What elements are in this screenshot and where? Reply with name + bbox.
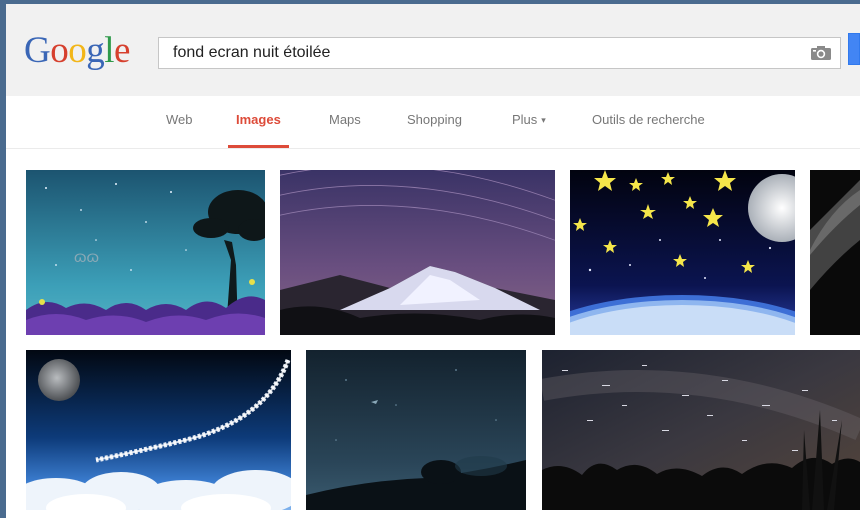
logo-letter: G xyxy=(24,30,51,71)
moon-comet-clouds-image xyxy=(26,350,291,510)
svg-text:ɷɷ: ɷɷ xyxy=(74,249,99,266)
dark-sky-partial-image xyxy=(810,170,860,335)
camera-icon[interactable] xyxy=(810,45,832,61)
dark-hill-tree-silhouette-image xyxy=(306,350,526,510)
image-result-snowy-mountain[interactable] xyxy=(280,170,555,335)
image-result-moon-comet[interactable] xyxy=(26,350,291,510)
search-nav-tabs: Web Images Maps Shopping Plus ▾ Outils de… xyxy=(6,96,860,149)
tab-plus-label: Plus xyxy=(512,112,538,127)
milky-way-grass-image xyxy=(542,350,860,510)
search-button[interactable] xyxy=(848,33,860,65)
image-result-night-tree[interactable]: ɷɷ xyxy=(26,170,265,335)
caret-down-icon: ▾ xyxy=(541,115,546,126)
tab-plus[interactable]: Plus ▾ xyxy=(512,112,546,148)
logo-letter: l xyxy=(104,30,115,71)
tab-search-tools[interactable]: Outils de recherche xyxy=(592,112,705,148)
cartoon-stars-moon-planet-image xyxy=(570,170,795,335)
tab-shopping[interactable]: Shopping xyxy=(407,112,462,148)
logo-letter: o xyxy=(68,30,87,71)
night-tree-meadow-image: ɷɷ xyxy=(26,170,265,335)
image-result-milky-way[interactable] xyxy=(542,350,860,510)
logo-letter: e xyxy=(114,30,130,71)
search-input[interactable] xyxy=(173,38,793,68)
snowy-mountain-star-trails-image xyxy=(280,170,555,335)
logo-letter: o xyxy=(50,30,69,71)
image-result-cartoon-stars[interactable] xyxy=(570,170,795,335)
google-logo[interactable]: Google xyxy=(24,32,130,69)
image-result-dark-hill[interactable] xyxy=(306,350,526,510)
tab-images[interactable]: Images xyxy=(228,112,289,148)
tab-web[interactable]: Web xyxy=(166,112,193,148)
tab-maps[interactable]: Maps xyxy=(329,112,361,148)
logo-letter: g xyxy=(86,30,105,71)
image-result-dark-sky[interactable] xyxy=(810,170,860,335)
search-box xyxy=(158,37,841,69)
search-header: Google xyxy=(6,4,860,97)
